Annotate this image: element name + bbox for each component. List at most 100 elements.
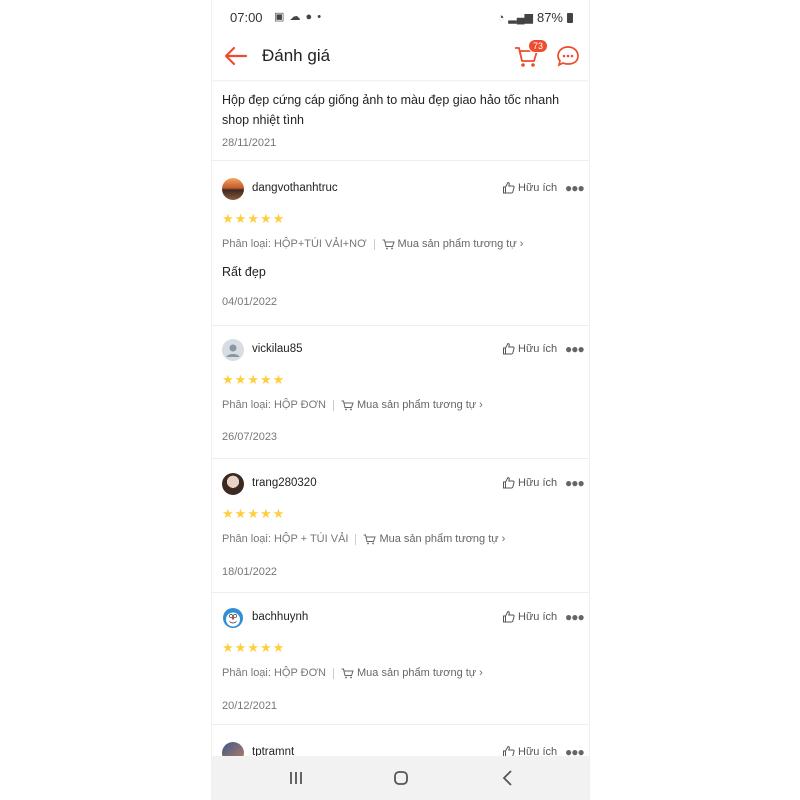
app-header: Đánh giá 73 bbox=[212, 34, 589, 80]
divider bbox=[212, 592, 589, 593]
buy-similar-link[interactable]: Mua sản phẩm tương tự › bbox=[341, 667, 483, 679]
helpful-label: Hữu ích bbox=[518, 610, 558, 623]
review-item: Hộp đẹp cứng cáp giống ảnh to màu đẹp gi… bbox=[212, 80, 589, 161]
review-username: tptramnt bbox=[252, 746, 295, 756]
divider bbox=[333, 399, 334, 411]
helpful-label: Hữu ích bbox=[518, 476, 558, 489]
rating-stars: ★ ★ ★ ★ ★ bbox=[222, 641, 284, 654]
cart-small-icon bbox=[341, 400, 354, 410]
star-icon: ★ bbox=[259, 640, 272, 655]
chevron-right-icon: › bbox=[501, 533, 506, 545]
battery-level: 87% bbox=[536, 10, 563, 25]
variant-label: Phân loại: HỘP ĐƠN bbox=[222, 399, 326, 411]
divider bbox=[212, 458, 589, 459]
thumbs-up-icon bbox=[503, 342, 515, 355]
star-icon: ★ bbox=[234, 372, 247, 387]
status-bar: 07:00 ▣ ☁ ● • ◔ ▂▄▆ 87% bbox=[212, 0, 589, 34]
star-icon: ★ bbox=[247, 640, 259, 655]
review-date: 28/11/2021 bbox=[222, 137, 277, 149]
avatar[interactable] bbox=[222, 742, 244, 756]
divider bbox=[373, 238, 375, 250]
back-arrow-icon[interactable] bbox=[222, 42, 250, 70]
chevron-right-icon: › bbox=[519, 238, 524, 250]
buy-similar-link[interactable]: Mua sản phẩm tương tự › bbox=[363, 533, 505, 545]
review-username: trang280320 bbox=[252, 477, 317, 489]
star-icon: ★ bbox=[222, 640, 234, 655]
battery-icon bbox=[567, 12, 573, 23]
reviews-list[interactable]: Hộp đẹp cứng cáp giống ảnh to màu đẹp gi… bbox=[212, 80, 589, 756]
star-icon: ★ bbox=[222, 372, 234, 387]
signal-icon: ▂▄▆ bbox=[508, 12, 533, 24]
chevron-right-icon: › bbox=[479, 667, 483, 679]
buy-similar-label: Mua sản phẩm tương tự bbox=[397, 238, 517, 250]
cart-badge: 73 bbox=[528, 39, 549, 53]
helpful-button[interactable]: Hữu ích bbox=[502, 610, 557, 623]
buy-similar-link[interactable]: Mua sản phẩm tương tự › bbox=[382, 238, 524, 250]
star-icon: ★ bbox=[222, 506, 234, 521]
buy-similar-label: Mua sản phẩm tương tự bbox=[379, 533, 499, 545]
divider bbox=[333, 667, 334, 679]
thumbs-up-icon bbox=[503, 745, 515, 756]
system-icons: ◔ ▂▄▆ 87% bbox=[498, 10, 573, 25]
helpful-button[interactable]: Hữu ích bbox=[502, 342, 557, 355]
variant-row: Phân loại: HỘP + TÚI VẢI Mua sản phẩm tư… bbox=[222, 533, 505, 545]
star-icon: ★ bbox=[222, 211, 234, 226]
star-icon: ★ bbox=[234, 640, 247, 655]
star-icon: ★ bbox=[259, 506, 272, 521]
star-icon: ★ bbox=[247, 211, 259, 226]
cartoon-avatar-icon bbox=[223, 608, 243, 628]
avatar[interactable] bbox=[222, 607, 244, 629]
review-date: 04/01/2022 bbox=[222, 296, 278, 308]
avatar[interactable] bbox=[222, 339, 244, 361]
buy-similar-link[interactable]: Mua sản phẩm tương tự › bbox=[341, 399, 483, 411]
more-options-icon[interactable]: ●●● bbox=[565, 610, 585, 624]
variant-label: Phân loại: HỘP+TÚI VẢI+NƠ bbox=[222, 238, 367, 250]
star-icon: ★ bbox=[272, 640, 285, 655]
review-date: 26/07/2023 bbox=[222, 431, 278, 443]
star-icon: ★ bbox=[247, 372, 259, 387]
user-icon bbox=[226, 344, 240, 357]
helpful-button[interactable]: Hữu ích bbox=[502, 745, 557, 756]
cart-small-icon bbox=[382, 239, 395, 249]
wifi-icon: ◔ bbox=[497, 11, 505, 24]
review-username: bachhuynh bbox=[252, 611, 309, 623]
status-time: 07:00 bbox=[230, 10, 263, 25]
review-comment: Hộp đẹp cứng cáp giống ảnh to màu đẹp gi… bbox=[222, 93, 560, 127]
notification-icons: ▣ ☁ ● • bbox=[274, 11, 323, 23]
review-username: dangvothanhtruc bbox=[252, 182, 338, 194]
system-nav-bar bbox=[212, 756, 589, 800]
thumbs-up-icon bbox=[503, 476, 515, 489]
divider bbox=[212, 325, 589, 326]
star-icon: ★ bbox=[272, 372, 285, 387]
helpful-label: Hữu ích bbox=[518, 181, 558, 194]
divider bbox=[355, 533, 357, 545]
helpful-button[interactable]: Hữu ích bbox=[502, 181, 557, 194]
review-date: 18/01/2022 bbox=[222, 566, 278, 578]
variant-label: Phân loại: HỘP ĐƠN bbox=[222, 667, 326, 679]
star-icon: ★ bbox=[247, 506, 259, 521]
chevron-right-icon: › bbox=[479, 399, 483, 411]
review-date: 20/12/2021 bbox=[222, 700, 278, 712]
star-icon: ★ bbox=[259, 211, 272, 226]
chat-icon[interactable] bbox=[555, 43, 581, 69]
more-options-icon[interactable]: ●●● bbox=[565, 476, 585, 490]
avatar[interactable] bbox=[222, 178, 244, 200]
review-username: vickilau85 bbox=[252, 343, 303, 355]
avatar[interactable] bbox=[222, 473, 244, 495]
more-options-icon[interactable]: ●●● bbox=[565, 342, 585, 356]
helpful-button[interactable]: Hữu ích bbox=[502, 476, 557, 489]
more-options-icon[interactable]: ●●● bbox=[565, 745, 585, 756]
star-icon: ★ bbox=[234, 506, 247, 521]
phone-screen: 07:00 ▣ ☁ ● • ◔ ▂▄▆ 87% Đánh giá 73 Hộp … bbox=[211, 0, 590, 800]
thumbs-up-icon bbox=[503, 181, 515, 194]
variant-row: Phân loại: HỘP ĐƠN Mua sản phẩm tương tự… bbox=[222, 399, 483, 411]
back-icon[interactable] bbox=[496, 766, 520, 790]
rating-stars: ★ ★ ★ ★ ★ bbox=[222, 507, 284, 520]
star-icon: ★ bbox=[234, 211, 247, 226]
recent-apps-icon[interactable] bbox=[284, 766, 308, 790]
more-options-icon[interactable]: ●●● bbox=[565, 181, 585, 195]
page-title: Đánh giá bbox=[262, 46, 331, 65]
home-icon[interactable] bbox=[389, 766, 413, 790]
variant-row: Phân loại: HỘP ĐƠN Mua sản phẩm tương tự… bbox=[222, 667, 483, 679]
buy-similar-label: Mua sản phẩm tương tự bbox=[357, 667, 477, 679]
